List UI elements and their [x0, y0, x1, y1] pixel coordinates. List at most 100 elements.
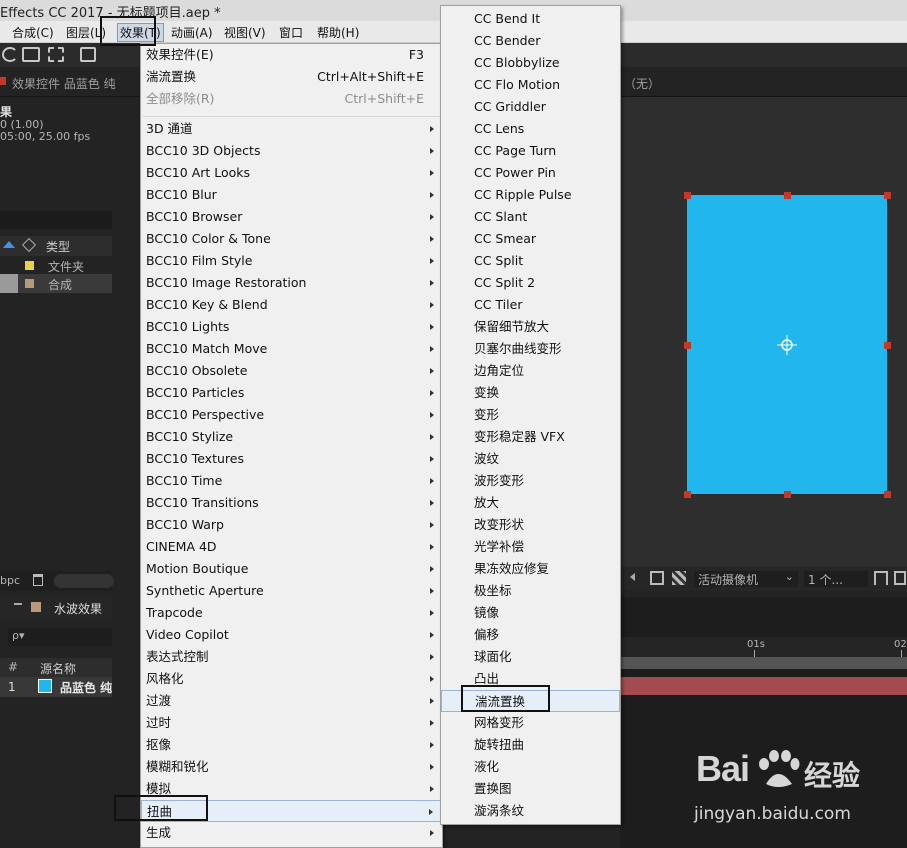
menu-item-category[interactable]: BCC10 Perspective	[141, 404, 442, 426]
menu-item-category[interactable]: 过时	[141, 712, 442, 734]
layer-duration-bar[interactable]	[620, 677, 907, 695]
menu-item-category[interactable]: BCC10 Blur	[141, 184, 442, 206]
views-dropdown[interactable]: 1 个...	[804, 571, 868, 587]
menu-item-distort-effect[interactable]: 波纹	[441, 448, 620, 470]
transform-handle[interactable]	[884, 491, 891, 498]
sort-up-icon[interactable]	[3, 241, 15, 248]
project-search-bar[interactable]	[0, 211, 112, 229]
effects-panel-close-icon[interactable]	[0, 77, 6, 85]
menu-item-distort-effect[interactable]: 光学补偿	[441, 536, 620, 558]
chevron-icon[interactable]	[630, 573, 635, 581]
menu-item-category[interactable]: 过渡	[141, 690, 442, 712]
transparency-grid-icon[interactable]	[672, 571, 686, 585]
work-area-bar[interactable]	[620, 657, 907, 669]
menu-item-distort-effect[interactable]: CC Page Turn	[441, 140, 620, 162]
menu-item-category[interactable]: BCC10 Warp	[141, 514, 442, 536]
menu-item-distort-effect[interactable]: CC Blobbylize	[441, 52, 620, 74]
layout-icon[interactable]	[874, 571, 888, 585]
menu-item-distort-effect[interactable]: 贝塞尔曲线变形	[441, 338, 620, 360]
menu-item-category[interactable]: BCC10 Lights	[141, 316, 442, 338]
layer-name[interactable]: 品蓝色 纯	[60, 679, 112, 696]
timeline-comp-tab[interactable]: 水波效果	[54, 600, 102, 617]
menu-item-category[interactable]: BCC10 3D Objects	[141, 140, 442, 162]
menu-item-distort-effect[interactable]: CC Split	[441, 250, 620, 272]
menu-layer[interactable]: 图层(L)	[66, 24, 106, 41]
menu-item-category[interactable]: 抠像	[141, 734, 442, 756]
transform-handle[interactable]	[884, 192, 891, 199]
menu-item-distort-effect[interactable]: CC Power Pin	[441, 162, 620, 184]
scroll-track[interactable]	[54, 574, 114, 588]
menu-item-distort-effect[interactable]: 网格变形	[441, 712, 620, 734]
pan-behind-tool-icon[interactable]	[48, 47, 64, 62]
menu-item-distort-effect[interactable]: 湍流置换	[441, 690, 620, 712]
bit-depth-button[interactable]: bpc	[0, 574, 20, 587]
menu-item-distort-effect[interactable]: 变形	[441, 404, 620, 426]
label-tag-icon[interactable]	[21, 237, 37, 253]
project-row-folder[interactable]: 文件夹	[0, 256, 112, 274]
column-number[interactable]: #	[8, 660, 18, 674]
column-type[interactable]: 类型	[46, 238, 70, 255]
rectangle-tool-icon[interactable]	[80, 47, 96, 62]
menu-item-effect-controls[interactable]: 效果控件(E) F3	[141, 44, 442, 66]
menu-item-category[interactable]: BCC10 Image Restoration	[141, 272, 442, 294]
menu-item-category[interactable]: BCC10 Obsolete	[141, 360, 442, 382]
menu-item-distort-effect[interactable]: CC Flo Motion	[441, 74, 620, 96]
menu-item-distort-effect[interactable]: CC Griddler	[441, 96, 620, 118]
menu-item-category[interactable]: 模糊和锐化	[141, 756, 442, 778]
menu-item-last-effect[interactable]: 湍流置换 Ctrl+Alt+Shift+E	[141, 66, 442, 88]
column-source-name[interactable]: 源名称	[40, 660, 76, 677]
menu-item-distort-effect[interactable]: 变形稳定器 VFX	[441, 426, 620, 448]
menu-item-category[interactable]: CINEMA 4D	[141, 536, 442, 558]
menu-item-category[interactable]: 扭曲	[141, 800, 442, 822]
menu-item-distort-effect[interactable]: 边角定位	[441, 360, 620, 382]
menu-item-category[interactable]: BCC10 Key & Blend	[141, 294, 442, 316]
project-row-comp[interactable]: 合成	[0, 274, 112, 293]
menu-item-category[interactable]: BCC10 Textures	[141, 448, 442, 470]
transform-handle[interactable]	[784, 192, 791, 199]
menu-item-category[interactable]: BCC10 Film Style	[141, 250, 442, 272]
transform-handle[interactable]	[684, 342, 691, 349]
timeline-search-input[interactable]: ρ▾	[8, 628, 112, 646]
menu-item-distort-effect[interactable]: 球面化	[441, 646, 620, 668]
menu-item-distort-effect[interactable]: 凸出	[441, 668, 620, 690]
menu-item-category[interactable]: 风格化	[141, 668, 442, 690]
transform-handle[interactable]	[684, 491, 691, 498]
rotate-tool-icon[interactable]	[2, 47, 18, 62]
menu-item-distort-effect[interactable]: CC Split 2	[441, 272, 620, 294]
time-ruler[interactable]: 01s 02s	[620, 637, 907, 657]
menu-item-category[interactable]: BCC10 Match Move	[141, 338, 442, 360]
menu-animation[interactable]: 动画(A)	[171, 24, 213, 41]
menu-item-distort-effect[interactable]: 改变形状	[441, 514, 620, 536]
menu-item-category[interactable]: BCC10 Particles	[141, 382, 442, 404]
expand-icon[interactable]	[894, 571, 906, 585]
menu-item-distort-effect[interactable]: CC Tiler	[441, 294, 620, 316]
layer-row[interactable]: 1 品蓝色 纯	[0, 677, 112, 697]
menu-item-category[interactable]: Motion Boutique	[141, 558, 442, 580]
transform-handle[interactable]	[884, 342, 891, 349]
menu-item-category[interactable]: 3D 通道	[141, 118, 442, 140]
menu-item-category[interactable]: BCC10 Art Looks	[141, 162, 442, 184]
transform-handle[interactable]	[684, 192, 691, 199]
menu-item-distort-effect[interactable]: 波形变形	[441, 470, 620, 492]
menu-item-distort-effect[interactable]: 旋转扭曲	[441, 734, 620, 756]
menu-icon[interactable]	[14, 603, 22, 605]
menu-item-distort-effect[interactable]: 置换图	[441, 778, 620, 800]
menu-item-category[interactable]: BCC10 Browser	[141, 206, 442, 228]
menu-item-distort-effect[interactable]: 放大	[441, 492, 620, 514]
menu-item-distort-effect[interactable]: 偏移	[441, 624, 620, 646]
menu-item-distort-effect[interactable]: CC Lens	[441, 118, 620, 140]
menu-item-distort-effect[interactable]: CC Slant	[441, 206, 620, 228]
menu-help[interactable]: 帮助(H)	[317, 24, 359, 41]
menu-item-category[interactable]: 生成	[141, 822, 442, 844]
transform-handle[interactable]	[784, 491, 791, 498]
menu-view[interactable]: 视图(V)	[224, 24, 266, 41]
effects-controls-tab[interactable]: 效果控件 品蓝色 纯	[12, 75, 116, 92]
menu-item-category[interactable]: 表达式控制	[141, 646, 442, 668]
menu-item-category[interactable]: Synthetic Aperture	[141, 580, 442, 602]
menu-item-distort-effect[interactable]: 液化	[441, 756, 620, 778]
menu-item-category[interactable]: BCC10 Stylize	[141, 426, 442, 448]
menu-item-distort-effect[interactable]: 保留细节放大	[441, 316, 620, 338]
menu-item-category[interactable]: BCC10 Transitions	[141, 492, 442, 514]
menu-item-category[interactable]: 模拟	[141, 778, 442, 800]
menu-item-distort-effect[interactable]: CC Smear	[441, 228, 620, 250]
